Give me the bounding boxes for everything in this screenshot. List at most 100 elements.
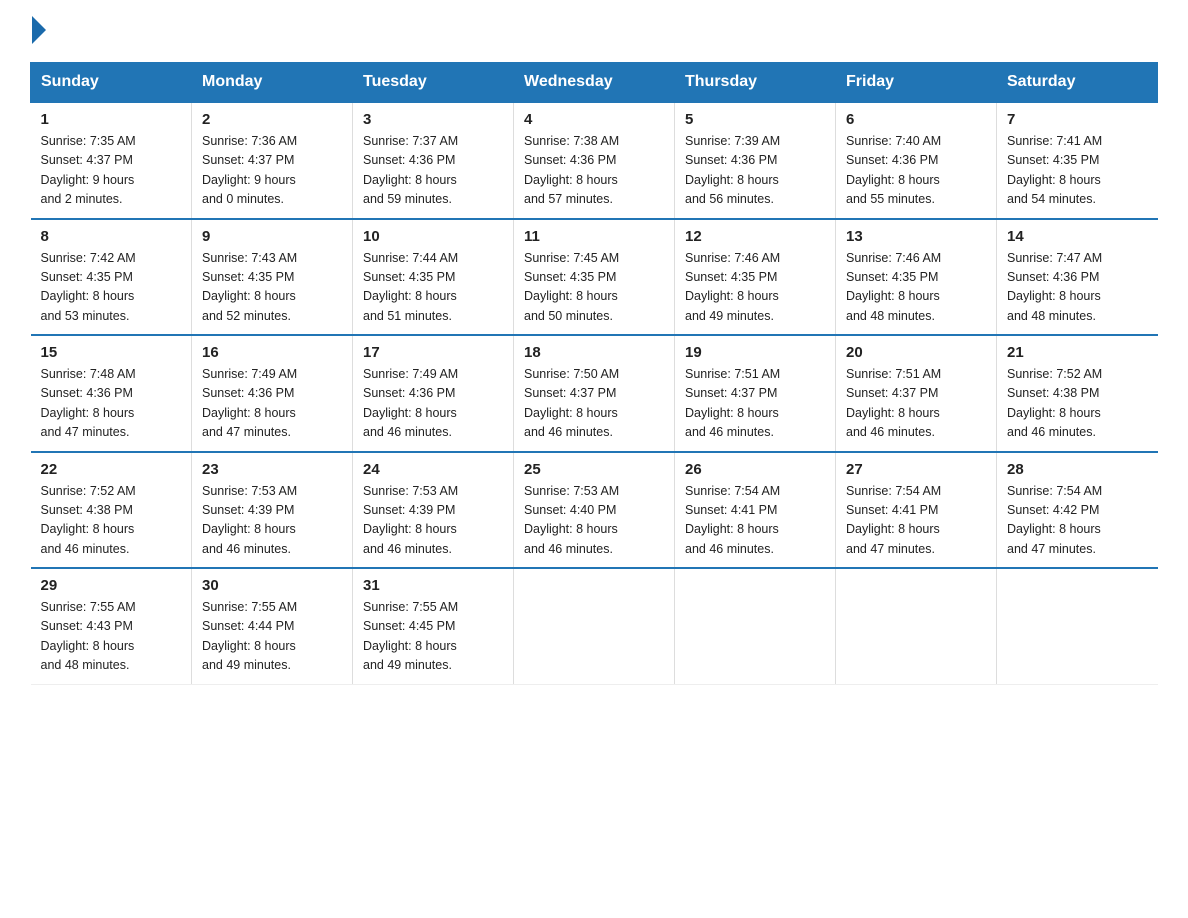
calendar-day-cell: 24 Sunrise: 7:53 AMSunset: 4:39 PMDaylig… bbox=[353, 452, 514, 569]
day-of-week-header: Friday bbox=[836, 63, 997, 103]
day-info: Sunrise: 7:36 AMSunset: 4:37 PMDaylight:… bbox=[202, 132, 342, 210]
day-number: 10 bbox=[363, 228, 503, 245]
day-number: 8 bbox=[41, 228, 182, 245]
day-number: 1 bbox=[41, 111, 182, 128]
calendar-day-cell: 31 Sunrise: 7:55 AMSunset: 4:45 PMDaylig… bbox=[353, 568, 514, 684]
calendar-day-cell bbox=[675, 568, 836, 684]
calendar-day-cell: 2 Sunrise: 7:36 AMSunset: 4:37 PMDayligh… bbox=[192, 102, 353, 219]
calendar-day-cell: 6 Sunrise: 7:40 AMSunset: 4:36 PMDayligh… bbox=[836, 102, 997, 219]
day-info: Sunrise: 7:53 AMSunset: 4:40 PMDaylight:… bbox=[524, 482, 664, 560]
calendar-day-cell: 29 Sunrise: 7:55 AMSunset: 4:43 PMDaylig… bbox=[31, 568, 192, 684]
day-of-week-header: Tuesday bbox=[353, 63, 514, 103]
calendar-week-row: 29 Sunrise: 7:55 AMSunset: 4:43 PMDaylig… bbox=[31, 568, 1158, 684]
calendar-week-row: 22 Sunrise: 7:52 AMSunset: 4:38 PMDaylig… bbox=[31, 452, 1158, 569]
page-header bbox=[30, 20, 1158, 44]
calendar-day-cell bbox=[514, 568, 675, 684]
logo-triangle-icon bbox=[32, 16, 46, 44]
day-number: 15 bbox=[41, 344, 182, 361]
day-number: 26 bbox=[685, 461, 825, 478]
day-info: Sunrise: 7:51 AMSunset: 4:37 PMDaylight:… bbox=[846, 365, 986, 443]
day-number: 7 bbox=[1007, 111, 1148, 128]
calendar-day-cell: 20 Sunrise: 7:51 AMSunset: 4:37 PMDaylig… bbox=[836, 335, 997, 452]
day-number: 2 bbox=[202, 111, 342, 128]
calendar-day-cell: 17 Sunrise: 7:49 AMSunset: 4:36 PMDaylig… bbox=[353, 335, 514, 452]
calendar-day-cell: 7 Sunrise: 7:41 AMSunset: 4:35 PMDayligh… bbox=[997, 102, 1158, 219]
calendar-day-cell: 22 Sunrise: 7:52 AMSunset: 4:38 PMDaylig… bbox=[31, 452, 192, 569]
day-of-week-header: Monday bbox=[192, 63, 353, 103]
calendar-day-cell: 12 Sunrise: 7:46 AMSunset: 4:35 PMDaylig… bbox=[675, 219, 836, 336]
day-number: 9 bbox=[202, 228, 342, 245]
calendar-day-cell: 19 Sunrise: 7:51 AMSunset: 4:37 PMDaylig… bbox=[675, 335, 836, 452]
day-info: Sunrise: 7:37 AMSunset: 4:36 PMDaylight:… bbox=[363, 132, 503, 210]
day-number: 25 bbox=[524, 461, 664, 478]
day-info: Sunrise: 7:47 AMSunset: 4:36 PMDaylight:… bbox=[1007, 249, 1148, 327]
day-number: 17 bbox=[363, 344, 503, 361]
day-number: 19 bbox=[685, 344, 825, 361]
day-info: Sunrise: 7:55 AMSunset: 4:43 PMDaylight:… bbox=[41, 598, 182, 676]
calendar-table: SundayMondayTuesdayWednesdayThursdayFrid… bbox=[30, 62, 1158, 685]
day-info: Sunrise: 7:46 AMSunset: 4:35 PMDaylight:… bbox=[685, 249, 825, 327]
calendar-week-row: 1 Sunrise: 7:35 AMSunset: 4:37 PMDayligh… bbox=[31, 102, 1158, 219]
calendar-day-cell: 26 Sunrise: 7:54 AMSunset: 4:41 PMDaylig… bbox=[675, 452, 836, 569]
calendar-day-cell: 15 Sunrise: 7:48 AMSunset: 4:36 PMDaylig… bbox=[31, 335, 192, 452]
day-info: Sunrise: 7:48 AMSunset: 4:36 PMDaylight:… bbox=[41, 365, 182, 443]
day-info: Sunrise: 7:51 AMSunset: 4:37 PMDaylight:… bbox=[685, 365, 825, 443]
calendar-week-row: 8 Sunrise: 7:42 AMSunset: 4:35 PMDayligh… bbox=[31, 219, 1158, 336]
calendar-day-cell: 25 Sunrise: 7:53 AMSunset: 4:40 PMDaylig… bbox=[514, 452, 675, 569]
day-info: Sunrise: 7:49 AMSunset: 4:36 PMDaylight:… bbox=[363, 365, 503, 443]
day-number: 14 bbox=[1007, 228, 1148, 245]
calendar-day-cell: 18 Sunrise: 7:50 AMSunset: 4:37 PMDaylig… bbox=[514, 335, 675, 452]
day-number: 6 bbox=[846, 111, 986, 128]
calendar-day-cell: 10 Sunrise: 7:44 AMSunset: 4:35 PMDaylig… bbox=[353, 219, 514, 336]
calendar-day-cell: 21 Sunrise: 7:52 AMSunset: 4:38 PMDaylig… bbox=[997, 335, 1158, 452]
calendar-day-cell: 8 Sunrise: 7:42 AMSunset: 4:35 PMDayligh… bbox=[31, 219, 192, 336]
calendar-day-cell: 3 Sunrise: 7:37 AMSunset: 4:36 PMDayligh… bbox=[353, 102, 514, 219]
day-number: 29 bbox=[41, 577, 182, 594]
day-info: Sunrise: 7:40 AMSunset: 4:36 PMDaylight:… bbox=[846, 132, 986, 210]
day-number: 3 bbox=[363, 111, 503, 128]
day-info: Sunrise: 7:52 AMSunset: 4:38 PMDaylight:… bbox=[1007, 365, 1148, 443]
calendar-day-cell: 27 Sunrise: 7:54 AMSunset: 4:41 PMDaylig… bbox=[836, 452, 997, 569]
day-of-week-header: Saturday bbox=[997, 63, 1158, 103]
logo bbox=[30, 20, 46, 44]
day-info: Sunrise: 7:45 AMSunset: 4:35 PMDaylight:… bbox=[524, 249, 664, 327]
day-number: 11 bbox=[524, 228, 664, 245]
day-number: 31 bbox=[363, 577, 503, 594]
day-number: 5 bbox=[685, 111, 825, 128]
day-of-week-header: Wednesday bbox=[514, 63, 675, 103]
day-number: 28 bbox=[1007, 461, 1148, 478]
day-info: Sunrise: 7:55 AMSunset: 4:45 PMDaylight:… bbox=[363, 598, 503, 676]
day-info: Sunrise: 7:39 AMSunset: 4:36 PMDaylight:… bbox=[685, 132, 825, 210]
day-info: Sunrise: 7:54 AMSunset: 4:41 PMDaylight:… bbox=[846, 482, 986, 560]
calendar-day-cell: 30 Sunrise: 7:55 AMSunset: 4:44 PMDaylig… bbox=[192, 568, 353, 684]
day-number: 16 bbox=[202, 344, 342, 361]
calendar-day-cell bbox=[836, 568, 997, 684]
day-number: 4 bbox=[524, 111, 664, 128]
calendar-day-cell: 14 Sunrise: 7:47 AMSunset: 4:36 PMDaylig… bbox=[997, 219, 1158, 336]
day-info: Sunrise: 7:46 AMSunset: 4:35 PMDaylight:… bbox=[846, 249, 986, 327]
calendar-day-cell: 9 Sunrise: 7:43 AMSunset: 4:35 PMDayligh… bbox=[192, 219, 353, 336]
calendar-day-cell: 28 Sunrise: 7:54 AMSunset: 4:42 PMDaylig… bbox=[997, 452, 1158, 569]
day-info: Sunrise: 7:42 AMSunset: 4:35 PMDaylight:… bbox=[41, 249, 182, 327]
day-of-week-header: Thursday bbox=[675, 63, 836, 103]
day-number: 20 bbox=[846, 344, 986, 361]
day-info: Sunrise: 7:38 AMSunset: 4:36 PMDaylight:… bbox=[524, 132, 664, 210]
day-of-week-header: Sunday bbox=[31, 63, 192, 103]
day-info: Sunrise: 7:49 AMSunset: 4:36 PMDaylight:… bbox=[202, 365, 342, 443]
day-number: 18 bbox=[524, 344, 664, 361]
day-number: 24 bbox=[363, 461, 503, 478]
calendar-day-cell: 4 Sunrise: 7:38 AMSunset: 4:36 PMDayligh… bbox=[514, 102, 675, 219]
day-number: 22 bbox=[41, 461, 182, 478]
day-info: Sunrise: 7:55 AMSunset: 4:44 PMDaylight:… bbox=[202, 598, 342, 676]
calendar-day-cell: 13 Sunrise: 7:46 AMSunset: 4:35 PMDaylig… bbox=[836, 219, 997, 336]
calendar-day-cell: 11 Sunrise: 7:45 AMSunset: 4:35 PMDaylig… bbox=[514, 219, 675, 336]
day-number: 21 bbox=[1007, 344, 1148, 361]
day-info: Sunrise: 7:50 AMSunset: 4:37 PMDaylight:… bbox=[524, 365, 664, 443]
day-info: Sunrise: 7:35 AMSunset: 4:37 PMDaylight:… bbox=[41, 132, 182, 210]
calendar-day-cell: 23 Sunrise: 7:53 AMSunset: 4:39 PMDaylig… bbox=[192, 452, 353, 569]
day-info: Sunrise: 7:53 AMSunset: 4:39 PMDaylight:… bbox=[363, 482, 503, 560]
calendar-day-cell: 1 Sunrise: 7:35 AMSunset: 4:37 PMDayligh… bbox=[31, 102, 192, 219]
calendar-header-row: SundayMondayTuesdayWednesdayThursdayFrid… bbox=[31, 63, 1158, 103]
calendar-day-cell: 16 Sunrise: 7:49 AMSunset: 4:36 PMDaylig… bbox=[192, 335, 353, 452]
day-info: Sunrise: 7:43 AMSunset: 4:35 PMDaylight:… bbox=[202, 249, 342, 327]
